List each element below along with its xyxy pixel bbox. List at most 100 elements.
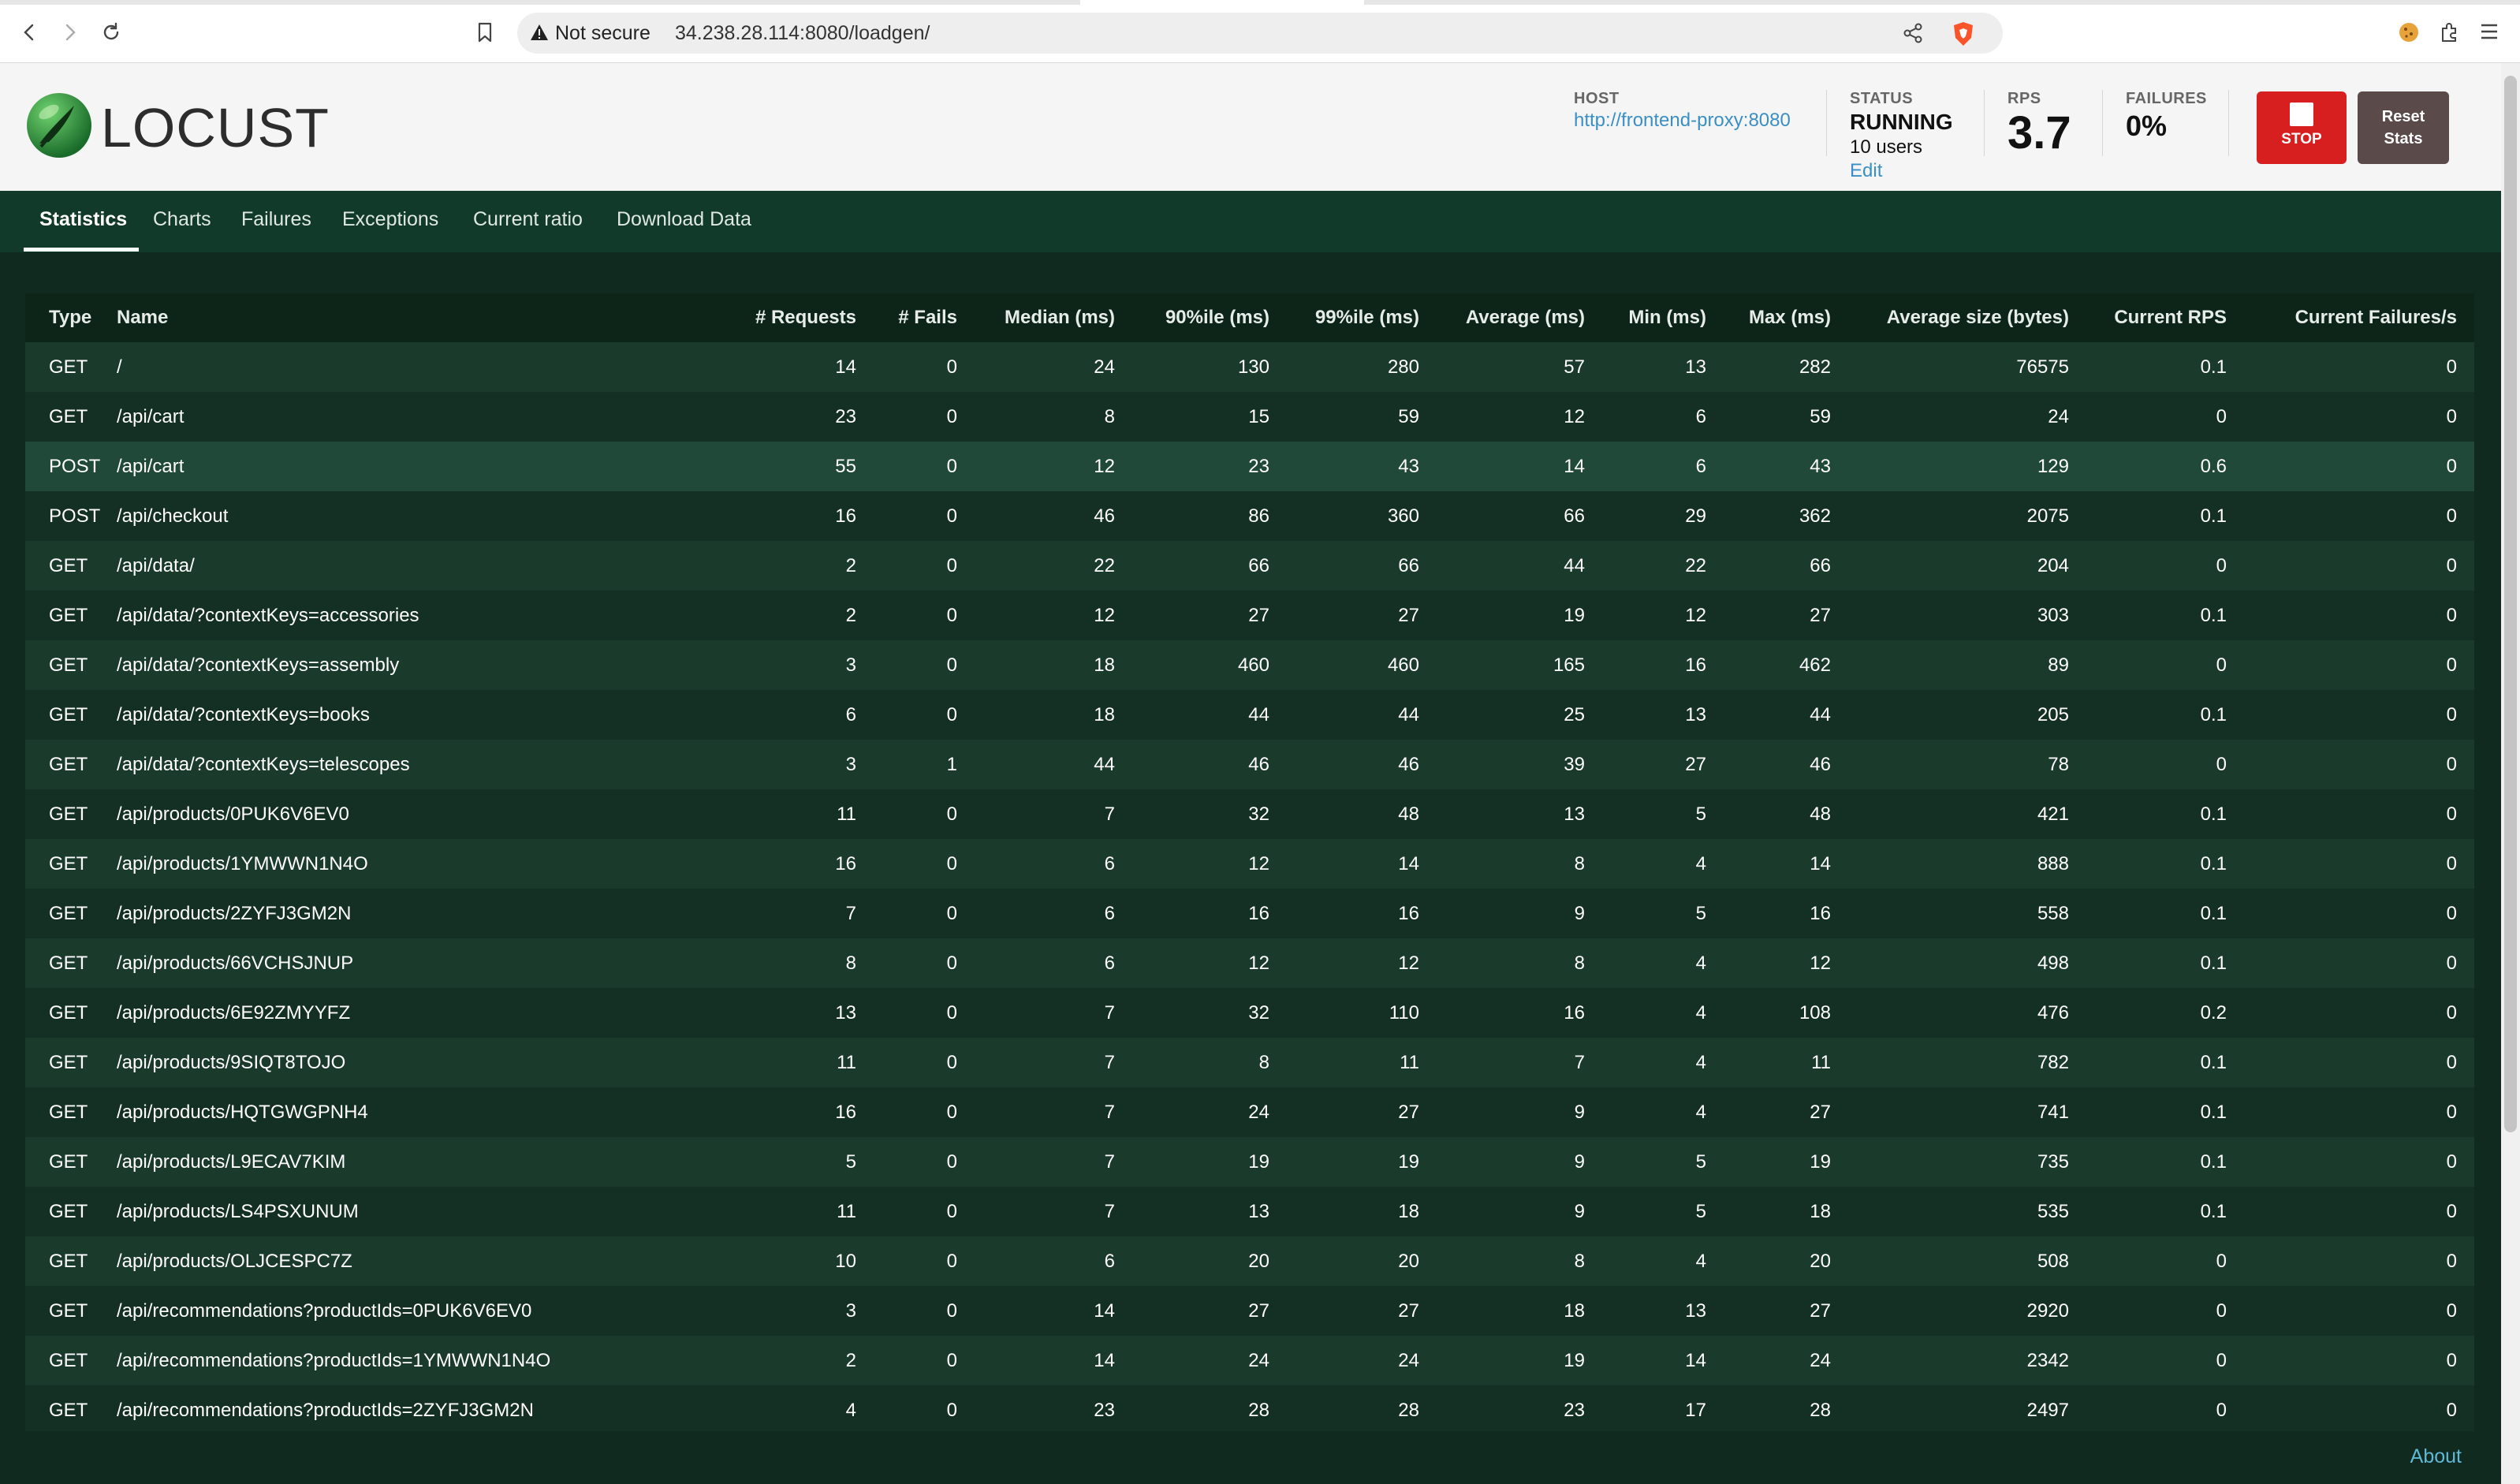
table-row: GET/api/data/?contextKeys=assembly 3 0 18 46… [25,640,2474,690]
cell-p90: 23 [1248,455,1269,477]
reload-icon[interactable] [98,19,125,46]
cell-avg-size: 782 [2037,1051,2069,1073]
reset-stats-button[interactable]: Reset Stats [2358,91,2449,164]
cell-current-rps: 0 [2216,753,2227,775]
column-header-average[interactable]: Average (ms) [1437,293,1602,342]
back-icon[interactable] [16,19,43,46]
tab-statistics[interactable]: Statistics [39,208,127,231]
cell-requests: 13 [835,1001,856,1024]
cell-avg-size: 558 [2037,902,2069,924]
cell-type: GET [49,1150,88,1173]
cell-current-failures: 0 [2446,952,2457,974]
cell-median: 7 [1104,1150,1115,1173]
cell-p99: 66 [1398,554,1419,576]
cell-min: 16 [1685,654,1706,676]
brave-shield-icon[interactable] [1951,21,1976,51]
cell-fails: 0 [946,1299,957,1322]
menu-icon[interactable] [2479,21,2499,47]
cell-requests: 11 [837,803,856,825]
cell-type: GET [49,554,88,576]
rps-block: RPS 3.7 [2007,90,2071,158]
edit-link[interactable]: Edit [1850,160,1953,182]
cell-current-failures: 0 [2446,554,2457,576]
cookie-extension-icon[interactable] [2397,21,2421,48]
host-link[interactable]: http://frontend-proxy:8080 [1574,110,1791,132]
cell-median: 24 [1094,356,1115,378]
cell-current-failures: 0 [2446,405,2457,427]
cell-p99: 20 [1398,1250,1419,1272]
cell-p99: 27 [1398,1299,1419,1322]
cell-avg-size: 741 [2037,1101,2069,1123]
cell-current-rps: 0.1 [2200,803,2227,825]
cell-average: 9 [1574,1200,1585,1222]
table-header-row: Type Name # Requests # Fails Median (ms) 90%i… [25,293,2474,342]
failures-label: FAILURES [2126,90,2207,107]
address-bar[interactable]: Not secure 34.238.28.114:8080/loadgen/ [517,13,2003,54]
cell-max: 108 [1799,1001,1831,1024]
cell-max: 462 [1799,654,1831,676]
cell-p99: 110 [1389,1001,1419,1024]
cell-avg-size: 89 [2048,654,2069,676]
cell-name: /api/data/?contextKeys=telescopes [117,753,410,775]
column-header-current-failures[interactable]: Current Failures/s [2244,293,2474,342]
column-header-avg-size[interactable]: Average size (bytes) [1848,293,2086,342]
cell-p90: 32 [1248,1001,1269,1024]
cell-type: GET [49,604,88,626]
cell-fails: 0 [946,554,957,576]
status-block: STATUS RUNNING 10 users Edit [1850,90,1953,182]
about-link[interactable]: About [2410,1445,2462,1468]
cell-avg-size: 204 [2037,554,2069,576]
column-header-p90[interactable]: 90%ile (ms) [1132,293,1287,342]
cell-fails: 0 [946,1001,957,1024]
cell-avg-size: 498 [2037,952,2069,974]
cell-name: /api/products/66VCHSJNUP [117,952,354,974]
cell-type: GET [49,1001,88,1024]
cell-max: 48 [1810,803,1831,825]
column-header-min[interactable]: Min (ms) [1602,293,1724,342]
failures-value: 0% [2126,110,2168,142]
column-header-requests[interactable]: # Requests [732,293,874,342]
scrollbar-thumb[interactable] [2504,76,2517,1132]
tab-download-data[interactable]: Download Data [617,208,751,231]
table-row: GET/api/products/6E92ZMYYFZ 13 0 7 32 110 16 4 1… [25,988,2474,1038]
warning-icon[interactable] [530,23,549,46]
cell-current-failures: 0 [2446,1200,2457,1222]
url-text[interactable]: 34.238.28.114:8080/loadgen/ [675,22,930,45]
cell-p99: 12 [1398,952,1419,974]
column-header-p99[interactable]: 99%ile (ms) [1287,293,1437,342]
extensions-icon[interactable] [2438,21,2462,48]
cell-max: 14 [1810,852,1831,874]
cell-requests: 7 [845,902,856,924]
active-browser-tab[interactable] [1080,0,1364,5]
cell-median: 6 [1104,952,1115,974]
security-label[interactable]: Not secure [555,22,651,45]
column-header-current-rps[interactable]: Current RPS [2086,293,2244,342]
cell-avg-size: 535 [2037,1200,2069,1222]
cell-name: /api/products/2ZYFJ3GM2N [117,902,352,924]
tab-failures[interactable]: Failures [241,208,311,231]
cell-median: 7 [1104,803,1115,825]
column-header-max[interactable]: Max (ms) [1724,293,1848,342]
stop-button[interactable]: STOP [2257,91,2347,164]
cell-average: 165 [1553,654,1585,676]
cell-max: 43 [1810,455,1831,477]
cell-current-rps: 0 [2216,554,2227,576]
tab-exceptions[interactable]: Exceptions [342,208,438,231]
column-header-fails[interactable]: # Fails [874,293,975,342]
cell-median: 8 [1104,405,1115,427]
column-header-type[interactable]: Type [25,293,117,342]
cell-average: 8 [1574,952,1585,974]
cell-requests: 23 [835,405,856,427]
cell-fails: 0 [946,455,957,477]
column-header-median[interactable]: Median (ms) [975,293,1132,342]
cell-requests: 2 [845,554,856,576]
tab-charts[interactable]: Charts [153,208,211,231]
bookmark-icon[interactable] [472,19,498,46]
share-icon[interactable] [1902,22,1924,48]
cell-p99: 16 [1398,902,1419,924]
column-header-name[interactable]: Name [117,293,732,342]
cell-max: 27 [1810,604,1831,626]
tab-current-ratio[interactable]: Current ratio [473,208,583,231]
forward-icon[interactable] [57,19,84,46]
cell-p90: 20 [1248,1250,1269,1272]
